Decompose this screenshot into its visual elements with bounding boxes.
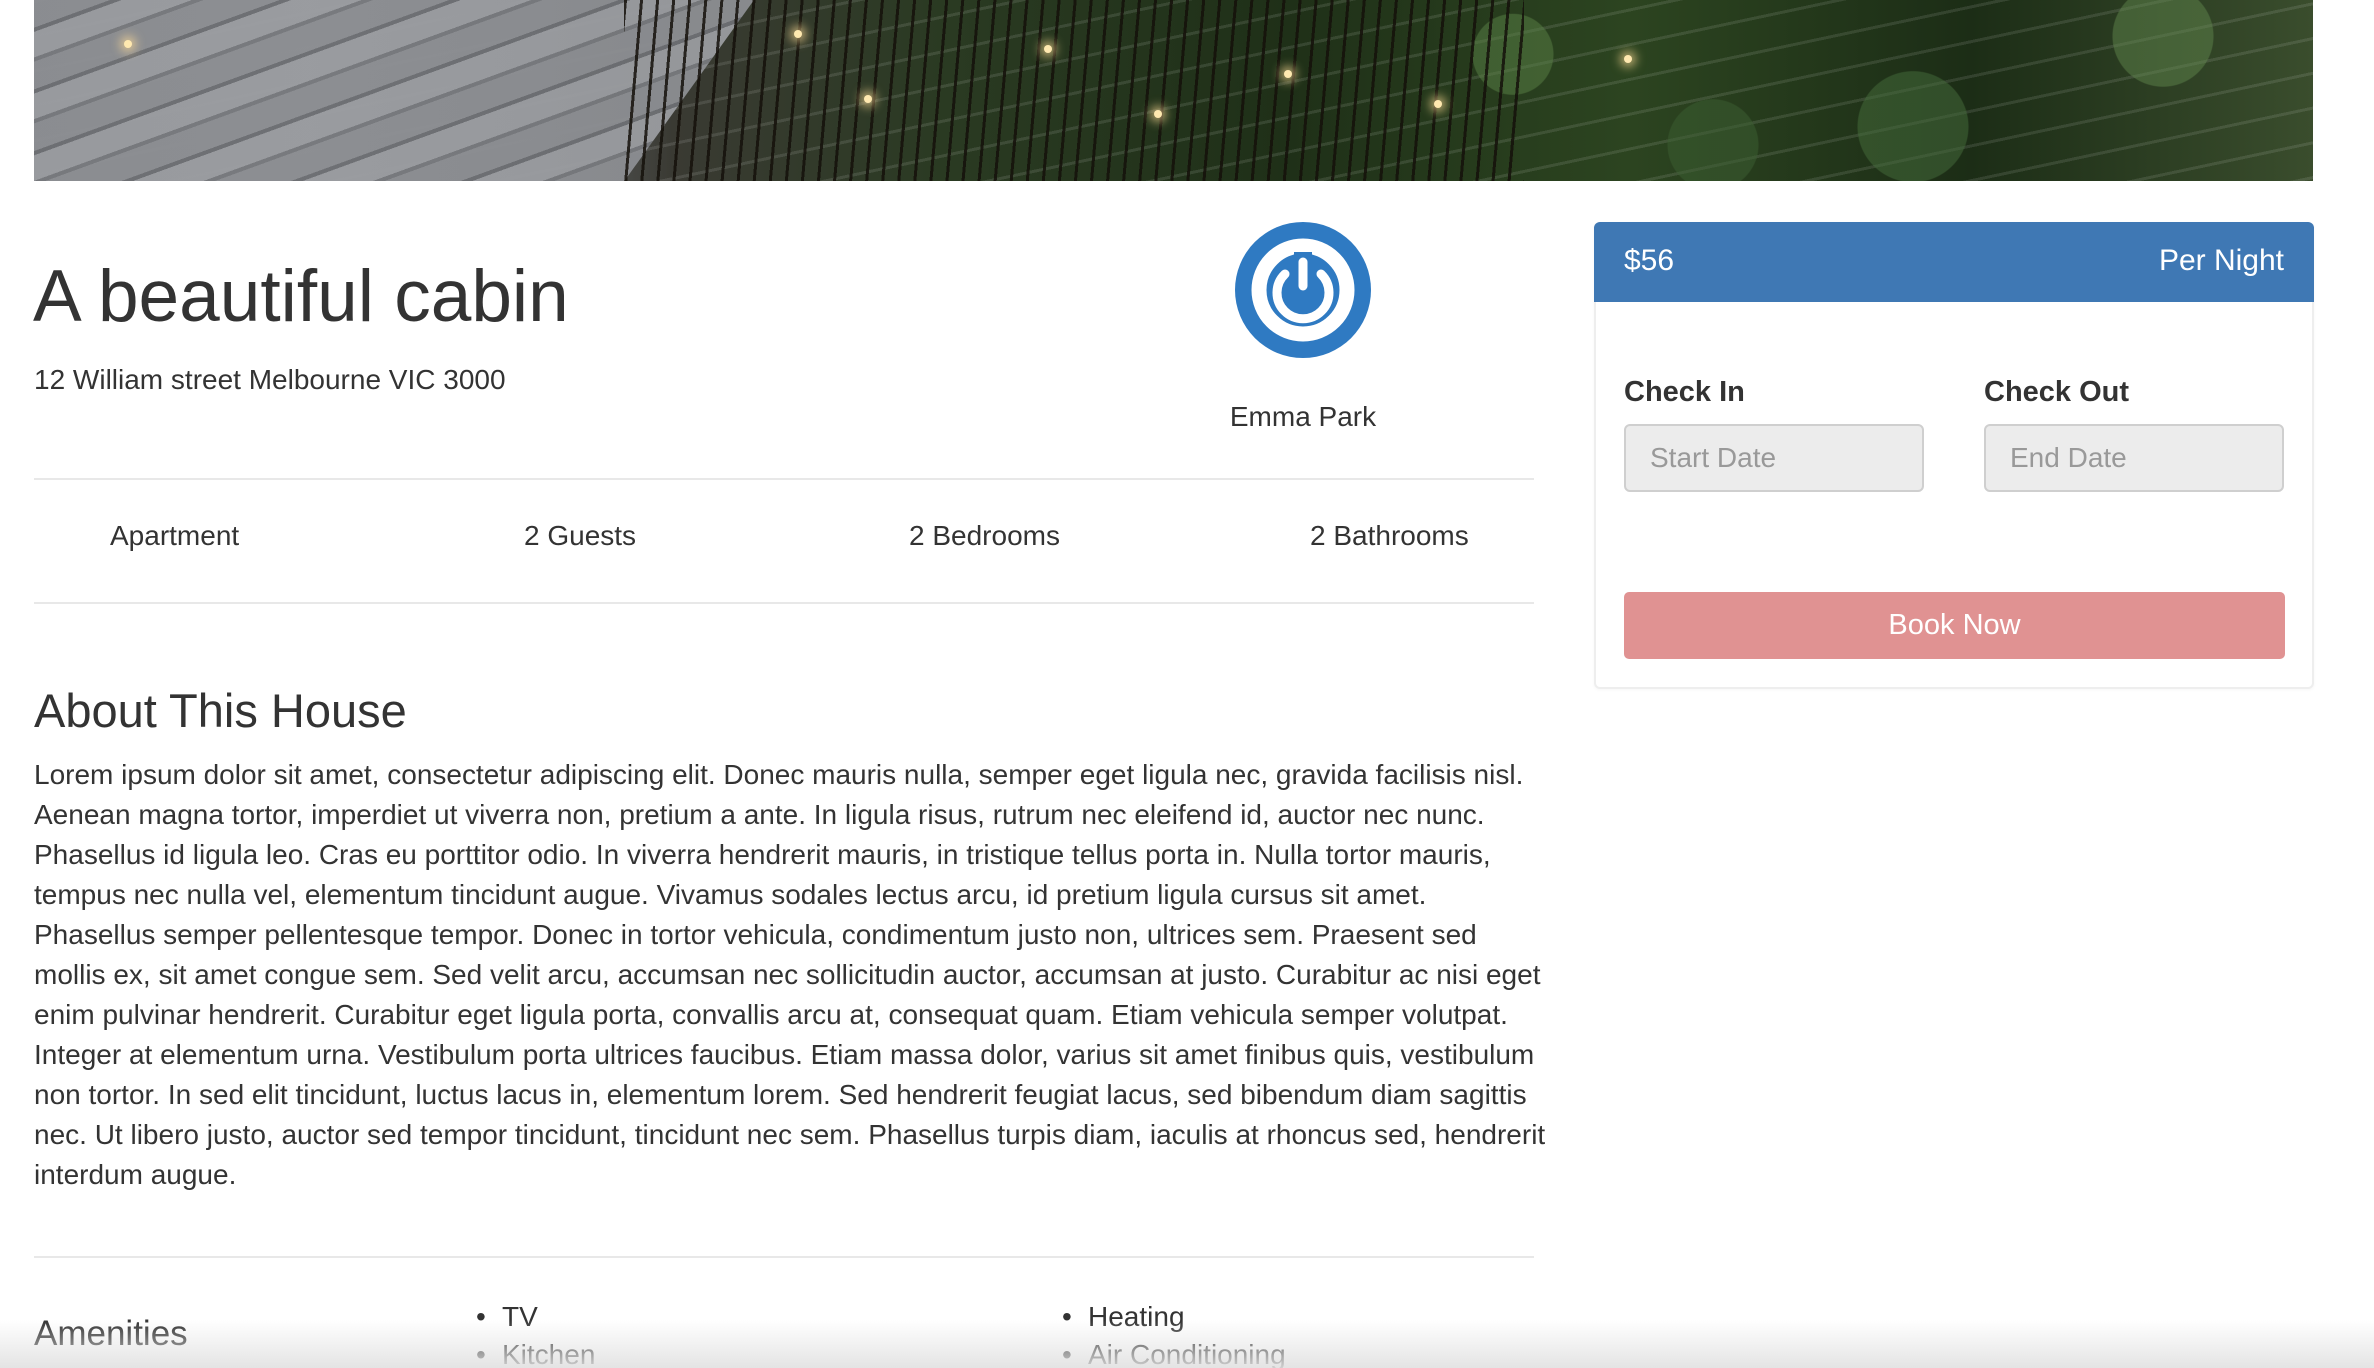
nightly-price: $56 [1624,244,1675,277]
price-unit: Per Night [2158,244,2284,277]
divider [34,1256,1534,1258]
listing-stats: Apartment 2 Guests 2 Bedrooms 2 Bathroom… [34,520,1534,564]
listing-address: 12 William street Melbourne VIC 3000 [34,364,506,395]
hero-bridge-rail [624,0,1524,181]
check-out-label: Check Out [1984,376,2130,408]
hero-light [864,95,872,103]
start-date-input[interactable] [1624,424,1924,492]
end-date-input[interactable] [1984,424,2284,492]
stat-bedrooms: 2 Bedrooms [909,520,1060,551]
listing-page: A beautiful cabin 12 William street Melb… [0,0,2374,1368]
amenity-item: Kitchen [470,1336,595,1368]
divider [34,602,1534,604]
price-header: $56 Per Night [1594,222,2314,302]
hero-light [1434,100,1442,108]
amenity-item: Air Conditioning [1056,1336,1286,1368]
amenity-item: Heating [1056,1298,1286,1336]
stat-bathrooms: 2 Bathrooms [1310,520,1469,551]
amenities-heading: Amenities [34,1314,188,1353]
host-avatar[interactable] [1235,222,1371,358]
hero-image [34,0,2313,181]
hero-light [794,30,802,38]
hero-light [1154,110,1162,118]
about-heading: About This House [34,684,407,737]
hero-light [1284,70,1292,78]
power-icon [1251,238,1355,342]
hero-light [1044,45,1052,53]
about-description: Lorem ipsum dolor sit amet, consectetur … [34,759,1546,1190]
check-in-label: Check In [1624,376,1745,408]
amenities-list-2: Heating Air Conditioning [1056,1298,1286,1368]
booking-panel: $56 Per Night Check In Check Out Book No… [1594,222,2314,689]
listing-title: A beautiful cabin [33,256,569,337]
stat-property-type: Apartment [110,520,240,551]
divider [34,478,1534,480]
hero-light [124,40,132,48]
amenities-list-1: TV Kitchen [470,1298,595,1368]
host-name[interactable]: Emma Park [1150,401,1456,433]
book-now-button[interactable]: Book Now [1624,592,2285,659]
stat-guests: 2 Guests [524,520,637,551]
amenity-item: TV [470,1298,595,1336]
hero-light [1624,55,1632,63]
